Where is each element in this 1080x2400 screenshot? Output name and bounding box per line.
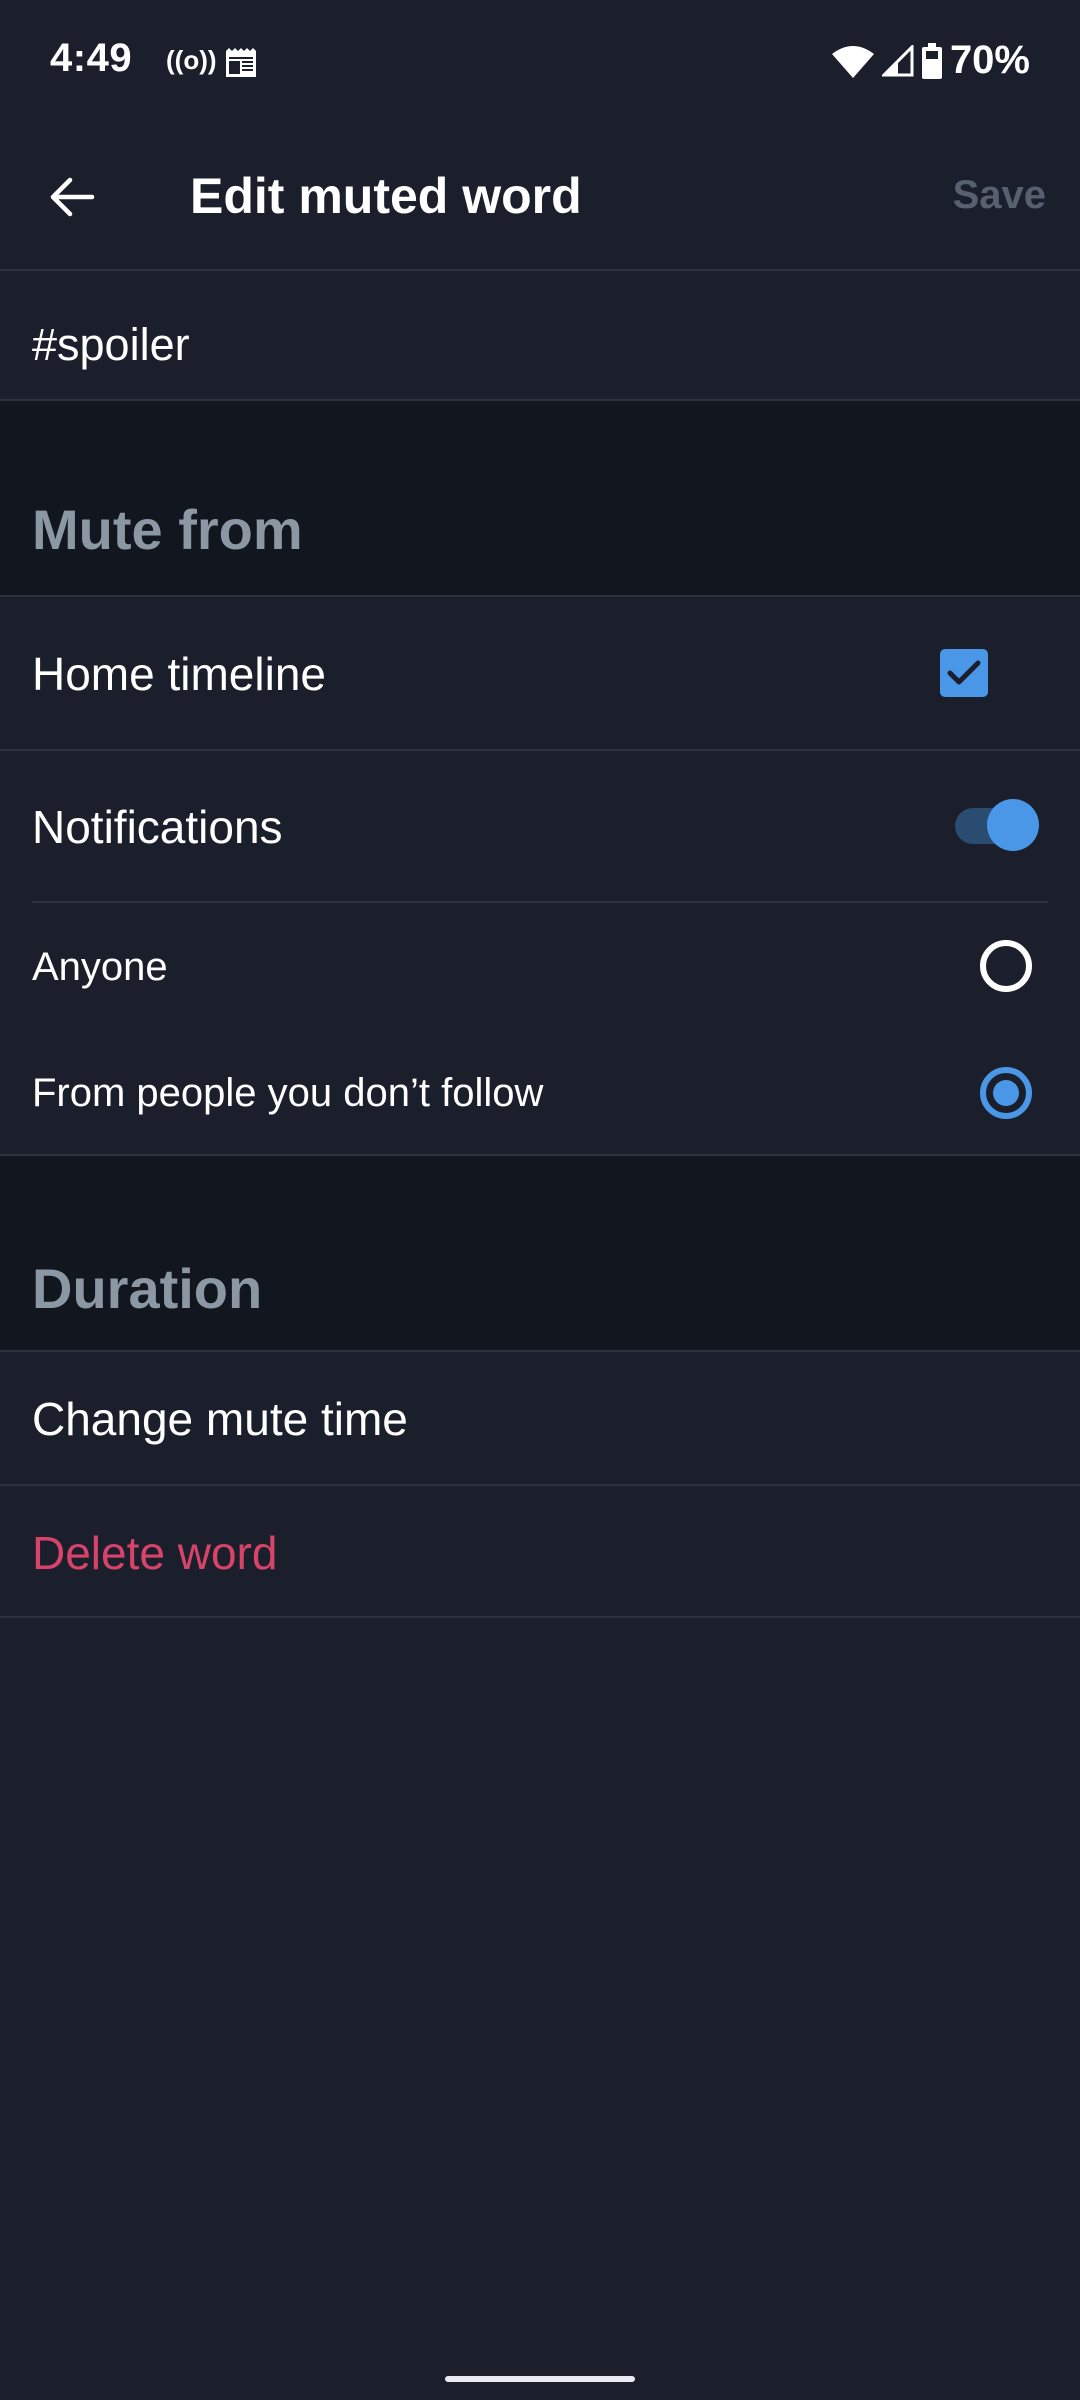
home-timeline-checkbox[interactable] xyxy=(940,649,988,697)
delete-word-row[interactable]: Delete word xyxy=(0,1486,1080,1616)
delete-word-button[interactable]: Delete word xyxy=(32,1526,277,1580)
section-title-mute-from: Mute from xyxy=(32,498,303,561)
change-mute-time-row[interactable]: Change mute time xyxy=(0,1352,1080,1484)
save-button[interactable]: Save xyxy=(953,173,1046,218)
option-label-anyone: Anyone xyxy=(32,945,168,989)
status-right-group: 70% xyxy=(831,38,1030,83)
home-timeline-row[interactable]: Home timeline xyxy=(0,597,1080,749)
back-button[interactable] xyxy=(40,165,104,229)
cell-signal-icon xyxy=(881,44,914,76)
status-time: 4:49 xyxy=(50,36,133,80)
status-bar: 4:49 ((o)) 70% xyxy=(0,0,1080,125)
notifications-label: Notifications xyxy=(32,801,283,853)
page-title: Edit muted word xyxy=(190,168,582,224)
home-indicator[interactable] xyxy=(445,2376,635,2382)
notifications-toggle[interactable] xyxy=(955,799,1040,851)
arrow-left-icon xyxy=(50,177,95,217)
radio-broadcast-icon: ((o)) xyxy=(166,45,217,75)
home-timeline-label: Home timeline xyxy=(32,648,326,700)
battery-icon xyxy=(921,42,942,79)
radio-non-followers[interactable] xyxy=(980,1067,1032,1119)
app-bar: Edit muted word Save xyxy=(0,125,1080,270)
muted-word-field-container xyxy=(0,271,1080,400)
option-label-non-followers: From people you don’t follow xyxy=(32,1071,544,1115)
audience-option-non-followers[interactable]: From people you don’t follow xyxy=(0,1029,1080,1155)
section-header-mute-from: Mute from xyxy=(0,401,1080,595)
checkmark-icon xyxy=(947,660,981,685)
muted-word-input[interactable] xyxy=(32,319,1032,371)
radio-anyone[interactable] xyxy=(980,940,1032,992)
section-title-duration: Duration xyxy=(32,1257,263,1320)
battery-percent: 70% xyxy=(949,38,1030,82)
audience-option-anyone[interactable]: Anyone xyxy=(0,903,1080,1029)
toggle-thumb xyxy=(987,799,1039,851)
change-mute-time-label: Change mute time xyxy=(32,1393,408,1445)
radio-selected-dot xyxy=(993,1080,1019,1106)
notifications-row[interactable]: Notifications xyxy=(0,751,1080,901)
section-header-duration: Duration xyxy=(0,1156,1080,1350)
divider xyxy=(0,1616,1080,1618)
calendar-icon xyxy=(226,48,256,77)
wifi-icon xyxy=(831,45,874,78)
